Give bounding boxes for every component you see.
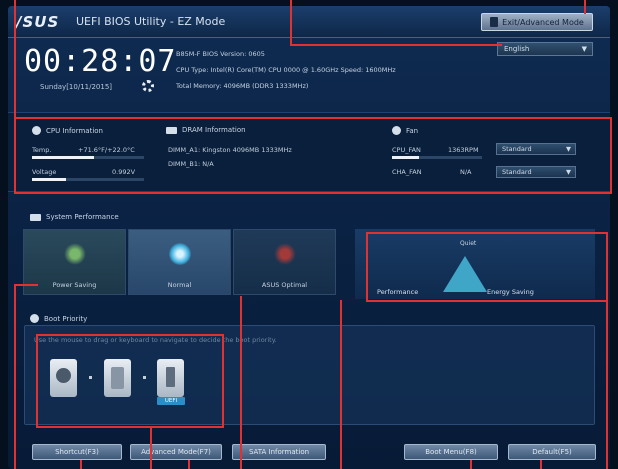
default-button[interactable]: Default(F5)	[508, 444, 596, 460]
chevron-down-icon: ▼	[566, 168, 571, 176]
system-performance-heading: System Performance	[30, 213, 119, 221]
normal-mode-icon	[168, 243, 191, 265]
boot-device-optical[interactable]	[104, 359, 131, 397]
sata-information-button[interactable]: SATA Information	[232, 444, 326, 460]
clock: 00:28:07	[24, 44, 177, 79]
asus-optimal-icon	[273, 243, 296, 265]
mode-power-saving[interactable]: Power Saving	[23, 229, 126, 295]
window-title: UEFI BIOS Utility - EZ Mode	[76, 15, 226, 28]
language-value: English	[504, 45, 530, 53]
boot-priority-heading: Boot Priority	[30, 314, 87, 323]
dram-info-heading: DRAM Information	[166, 126, 246, 134]
mode-normal-label: Normal	[167, 281, 192, 289]
exit-advanced-mode-label: Exit/Advanced Mode	[502, 17, 584, 27]
memory-info: Total Memory: 4096MB (DDR3 1333MHz)	[176, 82, 309, 90]
exit-icon	[490, 17, 499, 27]
asus-logo: /SUS	[16, 13, 60, 31]
separator-dot	[143, 376, 146, 379]
dram-slot-b1: DIMM_B1: N/A	[168, 160, 214, 168]
energy-saving-label: Energy Saving	[487, 288, 534, 296]
mode-asus-optimal[interactable]: ASUS Optimal	[233, 229, 336, 295]
cpu-fan-label: CPU_FAN	[392, 146, 421, 154]
language-select[interactable]: English ▼	[497, 42, 593, 56]
cpu-fan-bar-fill	[392, 156, 419, 159]
boot-device-usb[interactable]	[157, 359, 184, 397]
dram-slot-a1: DIMM_A1: Kingston 4096MB 1333MHz	[168, 146, 292, 154]
mode-normal[interactable]: Normal	[128, 229, 231, 295]
boot-menu-button[interactable]: Boot Menu(F8)	[404, 444, 498, 460]
chassis-fan-label: CHA_FAN	[392, 168, 422, 176]
uefi-badge: UEFI	[157, 397, 185, 405]
separator-dot	[89, 376, 92, 379]
mode-power-saving-label: Power Saving	[52, 281, 97, 289]
cpu-gear-icon	[32, 126, 41, 135]
chevron-down-icon: ▼	[566, 145, 571, 153]
fan-icon	[392, 126, 401, 135]
cpu-fan-bar	[392, 156, 482, 159]
cpu-voltage-label: Voltage	[32, 168, 57, 176]
cpu-info-title: CPU Information	[46, 126, 103, 135]
dram-info-title: DRAM Information	[182, 126, 246, 134]
title-bar: /SUS UEFI BIOS Utility - EZ Mode Exit/Ad…	[8, 6, 610, 38]
boot-priority-title: Boot Priority	[44, 314, 88, 323]
cpu-temp-bar-fill	[32, 156, 94, 159]
cpu-fan-value: 1363RPM	[448, 146, 479, 154]
model-info: B85M-F BIOS Version: 0605	[176, 50, 265, 58]
mode-asus-optimal-label: ASUS Optimal	[261, 281, 308, 289]
system-performance-title: System Performance	[46, 213, 119, 221]
monitor-icon	[30, 213, 41, 221]
cpu-info-heading: CPU Information	[32, 126, 103, 135]
boot-device-hdd[interactable]	[50, 359, 77, 397]
cpu-voltage-bar-fill	[32, 178, 66, 181]
quiet-label: Quiet	[460, 240, 477, 247]
memory-icon	[166, 126, 177, 134]
cpu-voltage-value: 0.992V	[112, 168, 136, 176]
chassis-fan-value: N/A	[460, 168, 472, 176]
boot-priority-hint: Use the mouse to drag or keyboard to nav…	[34, 336, 277, 344]
cpu-temp-label: Temp.	[32, 146, 52, 154]
leaf-icon	[63, 243, 86, 265]
chassis-fan-mode-value: Standard	[502, 168, 532, 176]
fan-title: Fan	[406, 126, 419, 135]
cpu-temp-value: +71.6°F/+22.0°C	[78, 146, 135, 154]
fan-heading: Fan	[392, 126, 418, 135]
date: Sunday[10/11/2015]	[40, 83, 112, 91]
cpu-fan-mode-select[interactable]: Standard ▼	[496, 143, 576, 155]
power-icon	[30, 314, 39, 323]
cpu-voltage-bar	[32, 178, 144, 181]
cpu-temp-bar	[32, 156, 144, 159]
chassis-fan-mode-select[interactable]: Standard ▼	[496, 166, 576, 178]
shortcut-button[interactable]: Shortcut(F3)	[32, 444, 122, 460]
chevron-down-icon: ▼	[581, 45, 587, 53]
advanced-mode-button[interactable]: Advanced Mode(F7)	[130, 444, 222, 460]
cpu-fan-mode-value: Standard	[502, 145, 532, 153]
performance-label: Performance	[377, 288, 419, 296]
gear-icon[interactable]	[142, 80, 154, 92]
cpu-type-info: CPU Type: Intel(R) Core(TM) CPU 0000 @ 1…	[176, 66, 396, 74]
performance-triangle	[443, 256, 487, 292]
exit-advanced-mode-button[interactable]: Exit/Advanced Mode	[481, 13, 593, 31]
